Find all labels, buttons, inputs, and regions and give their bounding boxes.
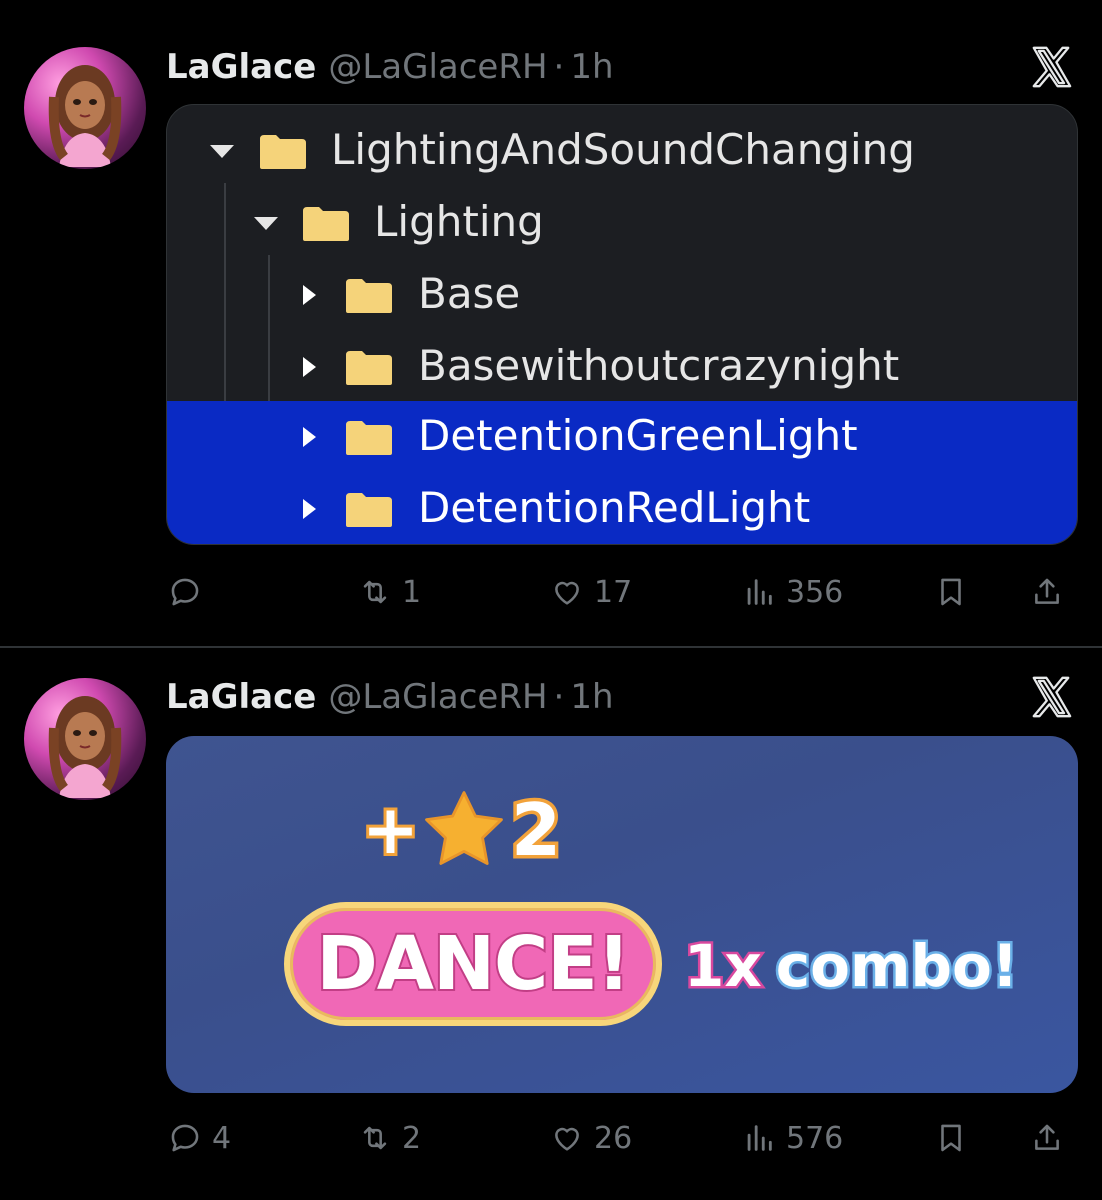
author-name[interactable]: LaGlace xyxy=(166,47,316,87)
folder-icon xyxy=(346,351,392,385)
separator-dot: · xyxy=(553,47,565,87)
tree-item-label: DetentionRedLight xyxy=(418,483,811,532)
reply-button[interactable]: 4 xyxy=(168,1116,231,1160)
explorer-screenshot[interactable]: LightingAndSoundChanging Lighting Base B… xyxy=(166,104,1078,545)
tree-item-label: Lighting xyxy=(374,197,544,246)
tree-item-label: Basewithoutcrazynight xyxy=(418,341,900,390)
caret-down-icon[interactable] xyxy=(210,145,234,158)
folder-icon xyxy=(260,135,306,169)
views-count: 576 xyxy=(786,1120,844,1156)
repost-icon xyxy=(363,580,387,604)
caret-right-icon[interactable] xyxy=(303,427,316,447)
x-logo-icon[interactable] xyxy=(1028,674,1074,720)
game-screenshot[interactable]: + 2 DANCE! 1x combo! xyxy=(166,736,1078,1093)
like-icon xyxy=(555,1127,579,1151)
like-icon xyxy=(555,581,579,605)
reply-icon xyxy=(171,1124,199,1152)
share-icon xyxy=(1035,578,1059,604)
bookmark-icon xyxy=(941,578,961,606)
x-logo-icon[interactable] xyxy=(1028,44,1074,90)
avatar[interactable] xyxy=(24,678,146,800)
caret-down-icon[interactable] xyxy=(254,217,278,230)
caret-right-icon[interactable] xyxy=(303,357,316,377)
tweet-header: LaGlace @LaGlaceRH · 1h xyxy=(166,42,614,92)
tweet-header: LaGlace @LaGlaceRH · 1h xyxy=(166,672,614,722)
folder-icon xyxy=(303,207,349,241)
caret-right-icon[interactable] xyxy=(303,285,316,305)
views-count: 356 xyxy=(786,574,844,610)
caret-right-icon[interactable] xyxy=(303,499,316,519)
folder-icon xyxy=(346,421,392,455)
author-handle[interactable]: @LaGlaceRH xyxy=(328,47,547,87)
avatar[interactable] xyxy=(24,47,146,169)
views-icon xyxy=(747,1125,772,1151)
repost-button[interactable]: 1 xyxy=(358,570,421,614)
tree-item-base[interactable]: Base xyxy=(167,259,1077,331)
tree-item-detentiongreenlight[interactable]: DetentionGreenLight xyxy=(167,401,1077,473)
reply-button[interactable] xyxy=(168,570,212,614)
like-button[interactable]: 17 xyxy=(550,570,632,614)
share-icon xyxy=(1035,1124,1059,1150)
repost-icon xyxy=(363,1126,387,1150)
star-icon xyxy=(425,791,503,865)
folder-icon xyxy=(346,279,392,313)
combo-count: 1x xyxy=(682,930,765,1003)
tree-item-lightingandsoundchanging[interactable]: LightingAndSoundChanging xyxy=(167,115,1077,187)
bookmark-button[interactable] xyxy=(934,1116,968,1160)
like-button[interactable]: 26 xyxy=(550,1116,632,1160)
tree-item-detentionredlight[interactable]: DetentionRedLight xyxy=(167,473,1077,544)
repost-count: 2 xyxy=(402,1120,422,1156)
tree-item-label: DetentionGreenLight xyxy=(418,411,858,460)
tree-item-basewithoutcrazynight[interactable]: Basewithoutcrazynight xyxy=(167,331,1077,403)
views-icon xyxy=(747,579,772,605)
combo-text: 1x combo! xyxy=(682,930,1021,1003)
dance-text: DANCE! xyxy=(314,919,632,1009)
share-button[interactable] xyxy=(1030,1116,1064,1160)
tree-item-label: LightingAndSoundChanging xyxy=(331,125,915,174)
tweet-actions: 4 2 26 576 xyxy=(166,1116,1078,1160)
tweet-actions: 1 17 356 xyxy=(166,570,1078,614)
tweet-2[interactable]: LaGlace @LaGlaceRH · 1h + 2 DANCE! 1x co… xyxy=(0,648,1102,1200)
plus-sign: + xyxy=(359,788,422,873)
bookmark-button[interactable] xyxy=(934,570,968,614)
reply-count: 4 xyxy=(212,1120,232,1156)
share-button[interactable] xyxy=(1030,570,1064,614)
timestamp[interactable]: 1h xyxy=(570,677,613,717)
tree-item-label: Base xyxy=(418,269,521,318)
views-button[interactable]: 576 xyxy=(742,1116,843,1160)
author-handle[interactable]: @LaGlaceRH xyxy=(328,677,547,717)
reply-icon xyxy=(171,578,199,606)
repost-button[interactable]: 2 xyxy=(358,1116,421,1160)
separator-dot: · xyxy=(553,677,565,717)
tweet-1[interactable]: LaGlace @LaGlaceRH · 1h LightingAndSound… xyxy=(0,0,1102,646)
timestamp[interactable]: 1h xyxy=(570,47,613,87)
author-name[interactable]: LaGlace xyxy=(166,677,316,717)
combo-word: combo! xyxy=(773,930,1020,1003)
tree-item-lighting[interactable]: Lighting xyxy=(167,187,1077,259)
views-button[interactable]: 356 xyxy=(742,570,843,614)
repost-count: 1 xyxy=(402,574,422,610)
like-count: 26 xyxy=(594,1120,633,1156)
star-reward: + 2 xyxy=(359,785,565,876)
star-count: 2 xyxy=(507,785,564,876)
like-count: 17 xyxy=(594,574,633,610)
bookmark-icon xyxy=(941,1124,961,1152)
folder-icon xyxy=(346,493,392,527)
dance-badge: DANCE! xyxy=(284,902,662,1026)
